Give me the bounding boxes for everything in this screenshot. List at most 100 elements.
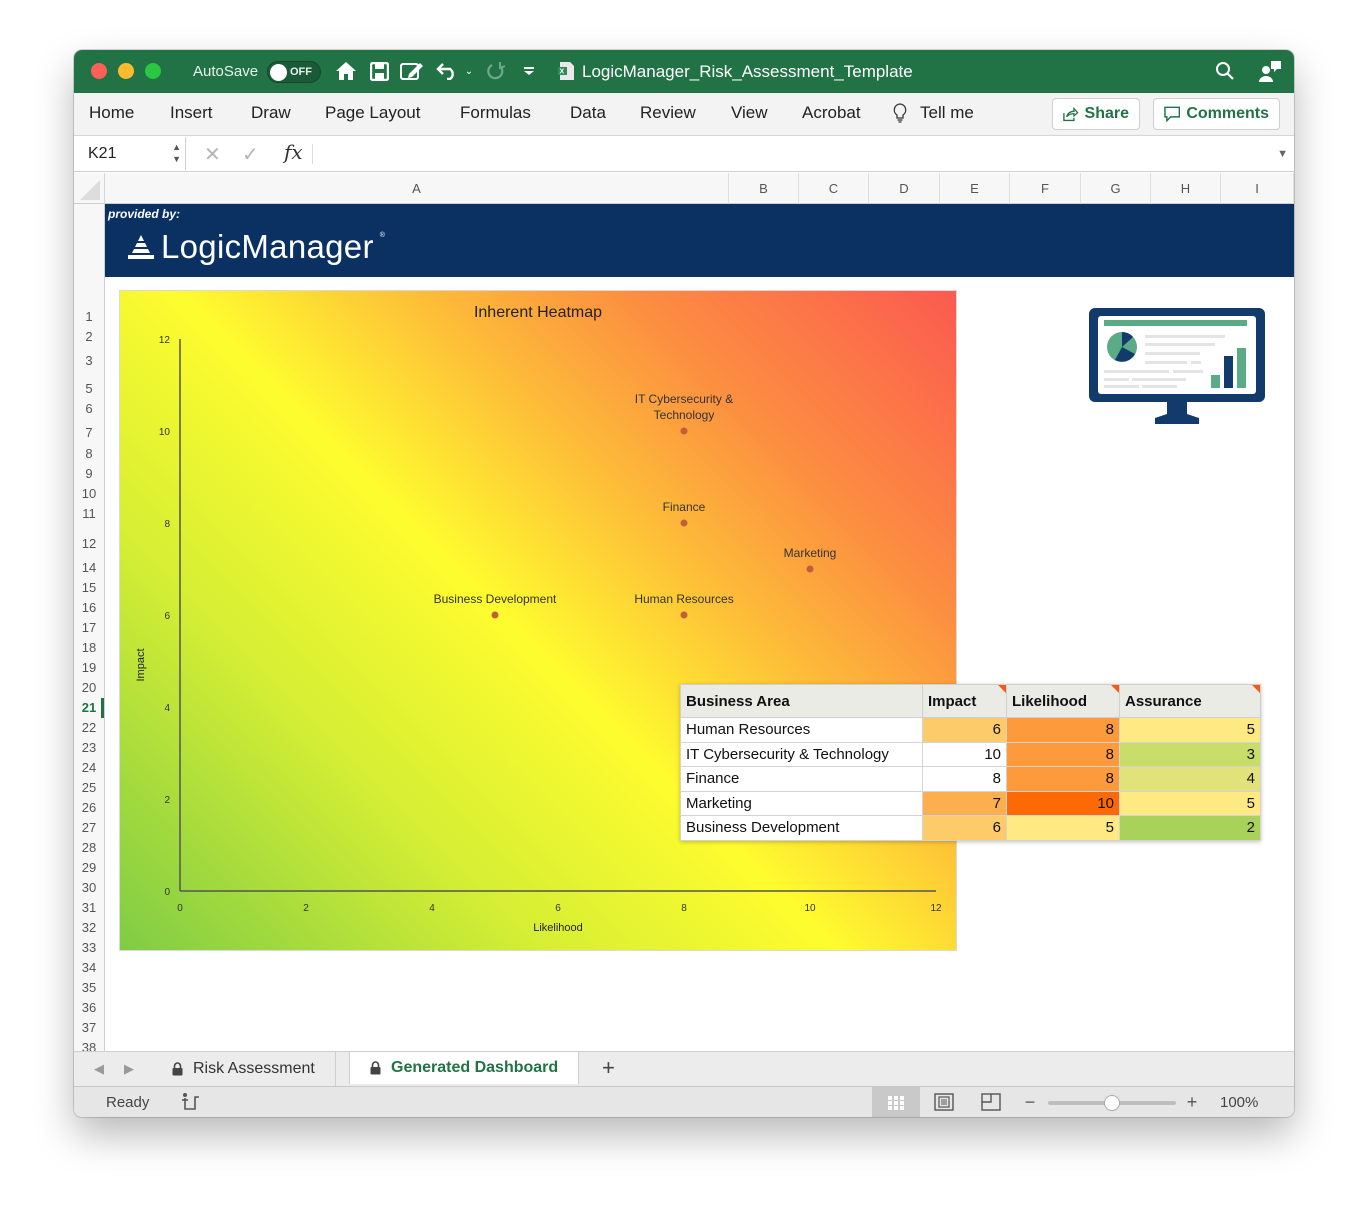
inherent-heatmap-chart[interactable]: Inherent Heatmap 0 2 4 6 8 10 12 0 2 4 6 8 10 12 Like… — [119, 290, 957, 951]
row-header-35[interactable]: 35 — [74, 980, 104, 995]
customize-toolbar-icon[interactable] — [521, 59, 537, 83]
undo-dropdown-icon[interactable]: ⌄ — [463, 59, 475, 83]
select-all-corner[interactable] — [74, 173, 105, 204]
tab-page-layout[interactable]: Page Layout — [325, 103, 420, 123]
worksheet-grid[interactable]: provided by: LogicManager ® Inherent Hea… — [105, 204, 1294, 1051]
autosave-toggle[interactable]: OFF — [267, 61, 321, 83]
confirm-entry-icon[interactable]: ✓ — [242, 142, 259, 167]
row-header-18[interactable]: 18 — [74, 640, 104, 655]
row-header-27[interactable]: 27 — [74, 820, 104, 835]
row-header-22[interactable]: 22 — [74, 720, 104, 735]
header-impact[interactable]: Impact — [922, 684, 1007, 718]
sheet-tab-generated-dashboard[interactable]: Generated Dashboard — [349, 1052, 580, 1084]
row-header-36[interactable]: 36 — [74, 1000, 104, 1015]
cell-assurance[interactable]: 5 — [1119, 717, 1261, 743]
header-assurance[interactable]: Assurance — [1119, 684, 1261, 718]
share-button[interactable]: Share — [1052, 98, 1140, 130]
row-header-38[interactable]: 38 — [74, 1040, 104, 1051]
row-header-15[interactable]: 15 — [74, 580, 104, 595]
zoom-in-button[interactable]: + — [1184, 1091, 1200, 1113]
name-box[interactable]: K21 ▲ ▼ — [76, 137, 186, 170]
comment-indicator-icon[interactable] — [1111, 685, 1119, 693]
row-header-21[interactable]: 21 — [74, 700, 104, 715]
comment-indicator-icon[interactable] — [998, 685, 1006, 693]
tab-draw[interactable]: Draw — [251, 103, 291, 123]
name-box-stepper-icon[interactable]: ▲ ▼ — [172, 141, 181, 165]
insert-function-button[interactable]: fx — [284, 140, 303, 164]
cell-impact[interactable]: 8 — [922, 766, 1007, 792]
redo-icon[interactable] — [484, 59, 508, 83]
column-header-g[interactable]: G — [1081, 173, 1151, 204]
undo-icon[interactable] — [435, 59, 459, 83]
row-header-12[interactable]: 12 — [74, 536, 104, 551]
page-layout-view-button[interactable] — [932, 1091, 956, 1113]
column-header-i[interactable]: I — [1221, 173, 1294, 204]
row-header-20[interactable]: 20 — [74, 680, 104, 695]
column-header-c[interactable]: C — [799, 173, 869, 204]
search-icon[interactable] — [1214, 59, 1236, 83]
cell-business-area[interactable]: IT Cybersecurity & Technology — [680, 741, 923, 767]
save-icon[interactable] — [368, 59, 390, 83]
next-sheet-icon[interactable]: ▶ — [124, 1061, 134, 1077]
cell-assurance[interactable]: 4 — [1119, 766, 1261, 792]
row-header-23[interactable]: 23 — [74, 740, 104, 755]
tab-acrobat[interactable]: Acrobat — [802, 103, 861, 123]
share-person-icon[interactable] — [1257, 59, 1283, 83]
cell-impact[interactable]: 6 — [922, 815, 1007, 841]
header-likelihood[interactable]: Likelihood — [1006, 684, 1120, 718]
row-header-31[interactable]: 31 — [74, 900, 104, 915]
close-window-button[interactable] — [91, 63, 107, 79]
header-business-area[interactable]: Business Area — [680, 684, 923, 718]
zoom-window-button[interactable] — [145, 63, 161, 79]
row-header-25[interactable]: 25 — [74, 780, 104, 795]
row-header-5[interactable]: 5 — [74, 381, 104, 396]
previous-sheet-icon[interactable]: ◀ — [94, 1061, 104, 1077]
sheet-tab-risk-assessment[interactable]: Risk Assessment — [152, 1052, 336, 1086]
column-header-b[interactable]: B — [729, 173, 799, 204]
cell-business-area[interactable]: Finance — [680, 766, 923, 792]
cancel-entry-icon[interactable]: ✕ — [204, 142, 221, 167]
comments-button[interactable]: Comments — [1153, 98, 1280, 130]
cell-likelihood[interactable]: 8 — [1006, 741, 1120, 767]
cell-impact[interactable]: 6 — [922, 717, 1007, 743]
row-header-32[interactable]: 32 — [74, 920, 104, 935]
row-header-9[interactable]: 9 — [74, 466, 104, 481]
normal-view-button[interactable] — [872, 1087, 920, 1117]
cell-likelihood[interactable]: 10 — [1006, 790, 1120, 816]
tab-insert[interactable]: Insert — [170, 103, 213, 123]
cell-business-area[interactable]: Marketing — [680, 790, 923, 816]
macro-recording-icon[interactable] — [178, 1091, 202, 1113]
cell-likelihood[interactable]: 5 — [1006, 815, 1120, 841]
cell-business-area[interactable]: Business Development — [680, 815, 923, 841]
row-header-1[interactable]: 1 — [74, 309, 104, 324]
zoom-slider[interactable] — [1048, 1095, 1176, 1111]
cell-assurance[interactable]: 5 — [1119, 790, 1261, 816]
cell-likelihood[interactable]: 8 — [1006, 717, 1120, 743]
row-header-24[interactable]: 24 — [74, 760, 104, 775]
column-header-d[interactable]: D — [869, 173, 940, 204]
row-header-10[interactable]: 10 — [74, 486, 104, 501]
column-header-h[interactable]: H — [1151, 173, 1221, 204]
minimize-window-button[interactable] — [118, 63, 134, 79]
zoom-out-button[interactable]: − — [1022, 1091, 1038, 1113]
tab-review[interactable]: Review — [640, 103, 696, 123]
tab-home[interactable]: Home — [89, 103, 134, 123]
tell-me-search[interactable]: Tell me — [920, 103, 974, 123]
tab-view[interactable]: View — [731, 103, 768, 123]
row-header-30[interactable]: 30 — [74, 880, 104, 895]
cell-assurance[interactable]: 2 — [1119, 815, 1261, 841]
row-header-37[interactable]: 37 — [74, 1020, 104, 1035]
row-header-8[interactable]: 8 — [74, 446, 104, 461]
zoom-percentage[interactable]: 100% — [1220, 1094, 1258, 1111]
row-header-7[interactable]: 7 — [74, 425, 104, 440]
column-header-e[interactable]: E — [940, 173, 1010, 204]
row-header-34[interactable]: 34 — [74, 960, 104, 975]
row-header-26[interactable]: 26 — [74, 800, 104, 815]
row-header-3[interactable]: 3 — [74, 353, 104, 368]
home-icon[interactable] — [334, 59, 358, 83]
row-header-14[interactable]: 14 — [74, 560, 104, 575]
column-header-f[interactable]: F — [1010, 173, 1081, 204]
comment-indicator-icon[interactable] — [1252, 685, 1260, 693]
cell-business-area[interactable]: Human Resources — [680, 717, 923, 743]
row-header-19[interactable]: 19 — [74, 660, 104, 675]
